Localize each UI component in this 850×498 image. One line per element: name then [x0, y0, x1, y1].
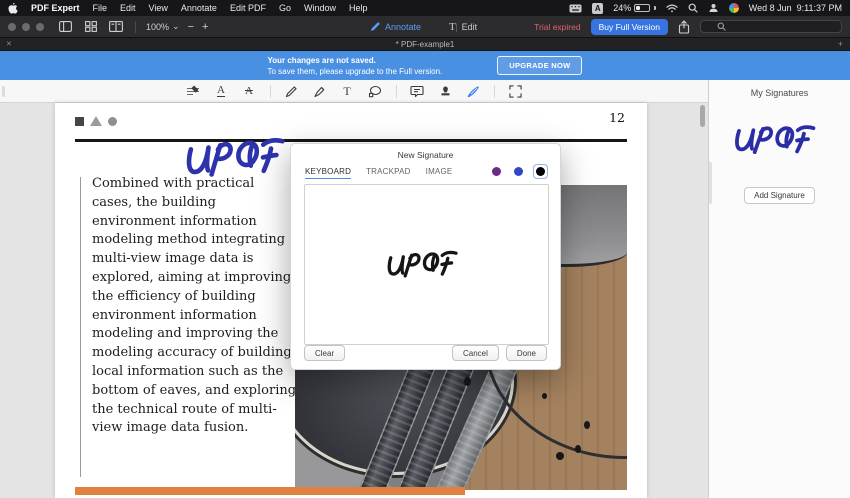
strikethrough-icon[interactable]: A: [242, 84, 257, 99]
color-swatch-black[interactable]: [533, 164, 548, 179]
zoom-out-button[interactable]: −: [188, 21, 194, 33]
triangle-shape: [90, 116, 102, 126]
upgrade-banner: Your changes are not saved. To save them…: [0, 51, 850, 80]
signature-canvas[interactable]: [304, 184, 549, 345]
dialog-title: New Signature: [397, 150, 454, 160]
comment-icon[interactable]: [410, 84, 425, 99]
saved-signature-item[interactable]: [709, 120, 850, 161]
tab-trackpad[interactable]: TRACKPAD: [366, 167, 411, 179]
pen-icon[interactable]: [284, 84, 299, 99]
signatures-sidebar: My Signatures Add Signature: [708, 80, 850, 498]
zoom-level-dropdown[interactable]: 100% ⌄: [146, 21, 180, 32]
color-swatch-blue[interactable]: [511, 164, 526, 179]
cancel-button[interactable]: Cancel: [451, 345, 499, 361]
clear-button[interactable]: Clear: [304, 345, 346, 361]
search-field[interactable]: [700, 20, 842, 33]
banner-line2: To save them, please upgrade to the Full…: [267, 66, 443, 76]
circle-shape: [108, 116, 117, 126]
tab-edit[interactable]: T| Edit: [449, 21, 477, 33]
edit-text-icon: T|: [449, 20, 458, 33]
upgrade-now-button[interactable]: UPGRADE NOW: [497, 56, 583, 75]
highlight-icon[interactable]: [186, 84, 201, 99]
signature-pen-icon[interactable]: [466, 84, 481, 99]
share-icon[interactable]: [678, 19, 690, 34]
stamp-icon[interactable]: [438, 84, 453, 99]
header-rule: [75, 139, 627, 142]
wifi-icon[interactable]: [666, 4, 678, 13]
sidebar-title: My Signatures: [750, 88, 809, 98]
orange-highlight-bar: [75, 487, 465, 495]
menu-go[interactable]: Go: [279, 3, 291, 13]
sidebar-collapse-handle[interactable]: [709, 162, 712, 204]
buy-full-version-button[interactable]: Buy Full Version: [590, 18, 668, 35]
menu-window[interactable]: Window: [304, 3, 336, 13]
spotlight-icon[interactable]: [688, 3, 698, 13]
menu-file[interactable]: File: [93, 3, 108, 13]
vertical-scrollbar[interactable]: [700, 105, 705, 127]
zoom-window-button[interactable]: [36, 22, 44, 31]
pdf-expert-window: PDF Expert File Edit View Annotate Edit …: [0, 0, 850, 498]
tab-keyboard[interactable]: KEYBOARD: [305, 167, 352, 179]
menu-clock[interactable]: Wed 8 Jun 9:11:37 PM: [749, 3, 842, 13]
column-rule: [80, 177, 81, 477]
menu-help[interactable]: Help: [349, 3, 368, 13]
menu-edit[interactable]: Edit: [120, 3, 136, 13]
page-body-text: Combined with practical cases, the build…: [92, 176, 297, 436]
menu-app-name[interactable]: PDF Expert: [31, 3, 80, 13]
color-swatch-purple[interactable]: [489, 164, 504, 179]
minimize-window-button[interactable]: [22, 22, 30, 31]
page-number: 12: [609, 110, 625, 125]
done-button[interactable]: Done: [505, 345, 547, 361]
text-tool-icon[interactable]: T: [340, 84, 355, 99]
tab-image[interactable]: IMAGE: [426, 167, 453, 179]
square-shape: [75, 116, 84, 126]
search-icon: [717, 22, 726, 31]
window-controls: [8, 22, 44, 31]
keyboard-icon[interactable]: [569, 4, 582, 13]
color-wheel-icon[interactable]: [728, 3, 739, 13]
tab-annotate[interactable]: Annotate: [370, 21, 421, 32]
document-tab-bar: ✕ * PDF-example1 +: [0, 38, 850, 51]
chevron-down-icon: ⌄: [172, 21, 180, 31]
close-window-button[interactable]: [8, 22, 16, 31]
add-signature-button[interactable]: Add Signature: [744, 187, 815, 204]
search-input[interactable]: [725, 22, 826, 31]
annotate-pen-icon: [370, 21, 381, 32]
drawn-signature: [384, 245, 469, 284]
new-signature-dialog: New Signature KEYBOARD TRACKPAD IMAGE Cl…: [290, 143, 561, 370]
battery-icon: [634, 4, 651, 12]
apple-menu-icon[interactable]: [8, 2, 18, 14]
menu-annotate[interactable]: Annotate: [181, 3, 217, 13]
header-shapes: [75, 116, 117, 126]
input-source-icon[interactable]: A: [592, 2, 604, 14]
battery-indicator[interactable]: 24%: [613, 3, 656, 13]
document-tab-title[interactable]: * PDF-example1: [0, 40, 850, 49]
sidebar-panel-icon[interactable]: [58, 19, 73, 34]
menu-bar: PDF Expert File Edit View Annotate Edit …: [0, 0, 850, 16]
underline-icon[interactable]: A: [214, 84, 229, 99]
zoom-in-button[interactable]: +: [202, 21, 208, 33]
menu-view[interactable]: View: [149, 3, 168, 13]
banner-line1: Your changes are not saved.: [267, 55, 376, 65]
two-page-view-icon[interactable]: [108, 19, 123, 34]
menu-edit-pdf[interactable]: Edit PDF: [230, 3, 266, 13]
battery-percent: 24%: [613, 3, 632, 13]
lasso-shape-icon[interactable]: [368, 84, 383, 99]
panel-handle[interactable]: [2, 86, 5, 97]
annotation-toolbar: A A T: [0, 80, 708, 103]
user-switch-icon[interactable]: [708, 3, 719, 13]
thumbnails-grid-icon[interactable]: [83, 19, 98, 34]
app-toolbar: 100% ⌄ − + Annotate T| Edit Trial expired…: [0, 16, 850, 38]
marker-icon[interactable]: [312, 84, 327, 99]
selection-icon[interactable]: [508, 84, 523, 99]
trial-expired-label: Trial expired: [534, 21, 581, 32]
